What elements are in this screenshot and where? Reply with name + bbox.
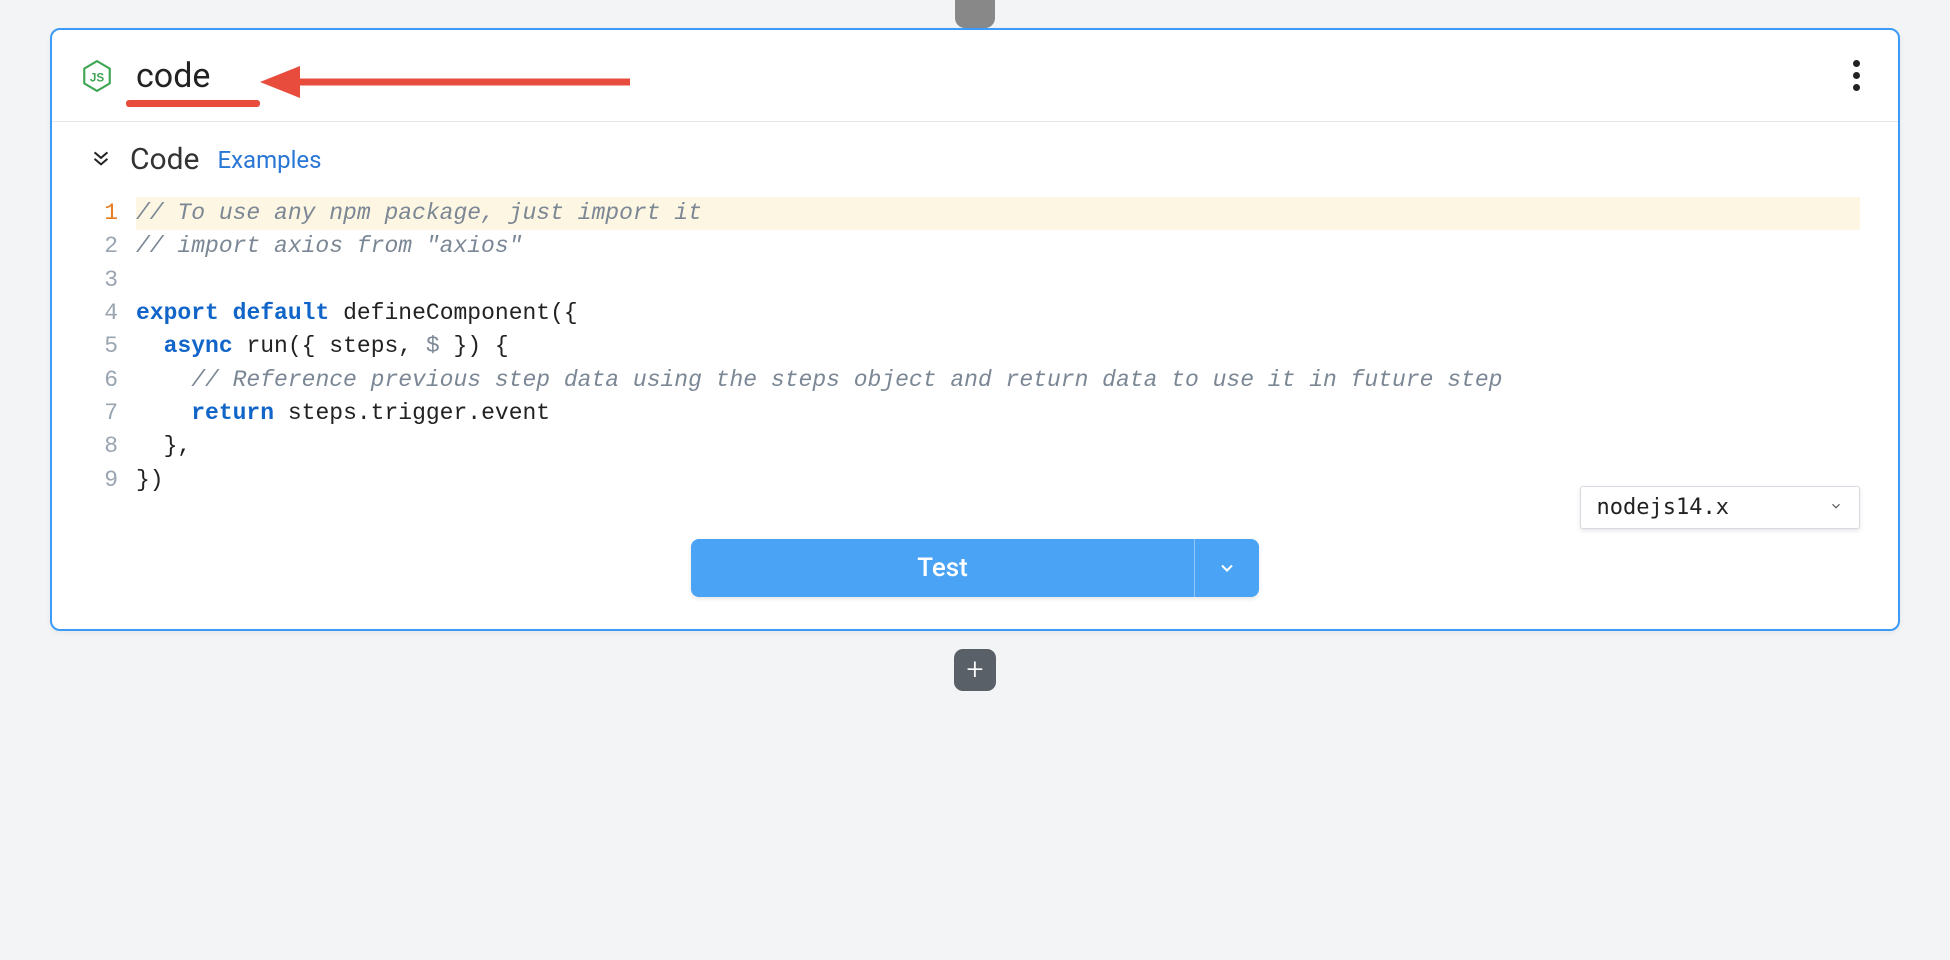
add-step-button[interactable]: + <box>954 649 996 691</box>
chevron-down-icon <box>1829 498 1843 517</box>
code-content: // To use any npm package, just import i… <box>136 197 1860 230</box>
code-content: export default defineComponent({ <box>136 297 1860 330</box>
line-number: 9 <box>90 464 118 497</box>
annotation-arrow <box>260 62 640 102</box>
code-line[interactable]: 5 async run({ steps, $ }) { <box>90 330 1860 363</box>
code-line[interactable]: 3 <box>90 264 1860 297</box>
test-button[interactable]: Test <box>691 539 1259 597</box>
code-line[interactable]: 6 // Reference previous step data using … <box>90 364 1860 397</box>
code-line[interactable]: 4 export default defineComponent({ <box>90 297 1860 330</box>
nodejs-icon: JS <box>80 59 114 93</box>
code-content: async run({ steps, $ }) { <box>136 330 1860 363</box>
runtime-selector[interactable]: nodejs14.x <box>1580 486 1860 529</box>
line-number: 8 <box>90 430 118 463</box>
line-number: 5 <box>90 330 118 363</box>
code-line[interactable]: 1 // To use any npm package, just import … <box>90 197 1860 230</box>
line-number: 6 <box>90 364 118 397</box>
svg-text:JS: JS <box>90 71 104 84</box>
code-content <box>136 264 1860 297</box>
code-step-card: JS code Code Examples 1 // To use any npm… <box>50 28 1900 631</box>
code-line[interactable]: 7 return steps.trigger.event <box>90 397 1860 430</box>
code-content: return steps.trigger.event <box>136 397 1860 430</box>
test-button-dropdown[interactable] <box>1195 539 1259 597</box>
code-editor[interactable]: 1 // To use any npm package, just import … <box>52 191 1898 521</box>
line-number: 1 <box>90 197 118 230</box>
section-header: Code Examples <box>52 122 1898 191</box>
line-number: 3 <box>90 264 118 297</box>
line-number: 7 <box>90 397 118 430</box>
test-button-container: Test <box>52 521 1898 629</box>
code-line[interactable]: 2 // import axios from "axios" <box>90 230 1860 263</box>
code-content: }, <box>136 430 1860 463</box>
runtime-value: nodejs14.x <box>1597 495 1729 520</box>
top-connector <box>955 0 995 28</box>
code-content: // import axios from "axios" <box>136 230 1860 263</box>
code-content: // Reference previous step data using th… <box>136 364 1860 397</box>
annotation-underline <box>126 100 260 107</box>
section-title: Code <box>130 142 199 177</box>
line-number: 2 <box>90 230 118 263</box>
collapse-icon[interactable] <box>90 146 112 173</box>
code-line[interactable]: 8 }, <box>90 430 1860 463</box>
kebab-menu-button[interactable] <box>1843 50 1870 101</box>
examples-link[interactable]: Examples <box>217 146 321 174</box>
card-header: JS code <box>52 30 1898 122</box>
line-number: 4 <box>90 297 118 330</box>
step-name[interactable]: code <box>136 56 210 96</box>
test-button-label[interactable]: Test <box>691 539 1195 597</box>
